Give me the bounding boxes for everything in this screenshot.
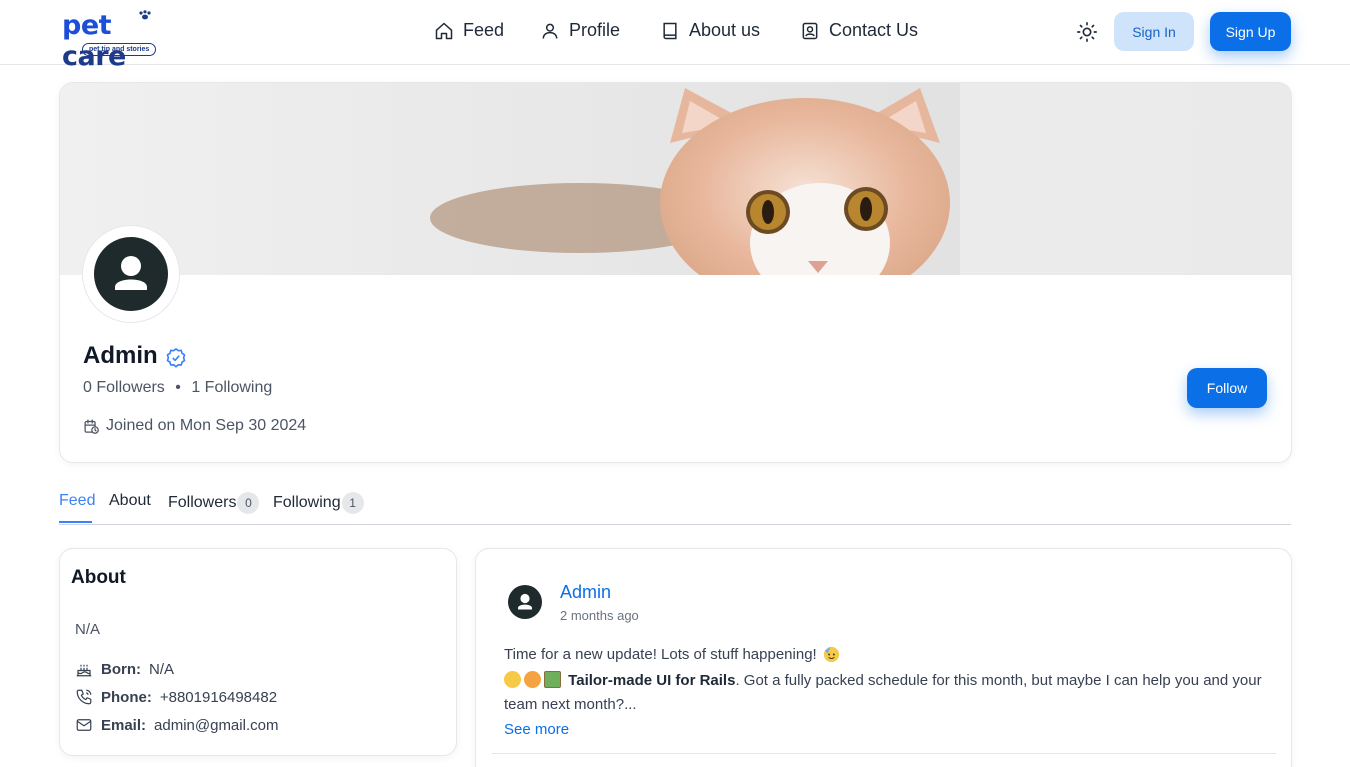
profile-avatar[interactable]: [83, 226, 179, 322]
top-navbar: pet care pet tip and stories Feed Profil…: [0, 0, 1350, 72]
tab-feed-label: Feed: [59, 492, 96, 509]
born-label: Born:: [101, 660, 141, 678]
post-text-body: Tailor-made UI for Rails. Got a fully pa…: [504, 669, 1264, 717]
post-divider: [492, 753, 1276, 754]
paw-icon: [139, 10, 151, 20]
nav-profile-label: Profile: [569, 20, 621, 40]
nav-feed-label: Feed: [463, 20, 505, 40]
framed-picture-emoji-icon: [544, 671, 561, 688]
tab-following[interactable]: Following 1: [273, 492, 364, 514]
tab-following-label: Following: [273, 494, 341, 511]
joined-date: Joined on Mon Sep 30 2024: [83, 417, 306, 435]
about-title: About: [71, 567, 126, 588]
nav-contact-us[interactable]: Contact Us: [800, 20, 918, 41]
book-icon: [663, 22, 677, 39]
default-user-icon: [115, 256, 147, 290]
tab-about-label: About: [109, 492, 151, 509]
email-value: admin@gmail.com: [154, 716, 279, 734]
followers-count-badge: 0: [237, 492, 260, 514]
about-bio: N/A: [75, 621, 101, 638]
post-highlight: Tailor-made UI for Rails: [568, 672, 736, 689]
phone-label: Phone:: [101, 688, 152, 706]
follow-stats: 0 Followers • 1 Following: [83, 379, 272, 397]
cat-cover-image: [60, 83, 1291, 275]
post-text-line1: Time for a new update! Lots of stuff hap…: [504, 645, 841, 664]
phone-icon: [76, 689, 92, 705]
cake-icon: [76, 664, 92, 677]
email-label: Email:: [101, 716, 147, 734]
tab-followers-label: Followers: [168, 494, 237, 511]
post-author-avatar[interactable]: [508, 585, 542, 619]
calendar-clock-icon: [84, 418, 99, 434]
sign-in-button[interactable]: Sign In: [1114, 12, 1194, 51]
following-count[interactable]: 1 Following: [191, 379, 272, 396]
profile-name: Admin: [83, 342, 158, 369]
nav-profile[interactable]: Profile: [540, 20, 620, 41]
nav-contact-us-label: Contact Us: [829, 20, 919, 40]
about-card: About N/A Born: N/A Phone: +880191649848…: [59, 548, 457, 756]
palette-emoji-icon: [524, 671, 541, 688]
pet-care-logo[interactable]: pet care pet tip and stories: [62, 10, 182, 72]
joined-text: Joined on Mon Sep 30 2024: [106, 417, 307, 434]
home-icon: [435, 22, 453, 39]
post-timestamp: 2 months ago: [560, 608, 639, 623]
following-count-badge: 1: [341, 492, 364, 514]
sign-up-button[interactable]: Sign Up: [1210, 12, 1291, 51]
follow-button[interactable]: Follow: [1187, 368, 1267, 408]
stats-separator: •: [175, 379, 181, 396]
post-card: Admin 2 months ago Time for a new update…: [475, 548, 1292, 767]
born-row: Born: N/A: [75, 660, 174, 678]
see-more-link[interactable]: See more: [504, 721, 569, 738]
post-author-name[interactable]: Admin: [560, 582, 611, 603]
default-user-icon: [518, 593, 532, 610]
active-tab-indicator: [59, 521, 92, 523]
profile-tabs: Feed About Followers 0 Following 1: [59, 485, 1291, 525]
nav-about-us-label: About us: [689, 20, 761, 40]
phone-row: Phone: +8801916498482: [75, 688, 277, 706]
logo-word-pet: pet: [62, 10, 112, 41]
tab-followers[interactable]: Followers 0: [168, 492, 260, 514]
cover-photo: [60, 83, 1291, 275]
profile-card: [59, 82, 1292, 463]
post-intro-text: Time for a new update! Lots of stuff hap…: [504, 646, 817, 663]
tab-feed[interactable]: Feed: [59, 492, 95, 510]
tab-about[interactable]: About: [109, 492, 151, 510]
phone-value: +8801916498482: [159, 688, 278, 706]
email-row: Email: admin@gmail.com: [75, 716, 278, 734]
partying-face-emoji-icon: [823, 646, 839, 663]
nav-about-us[interactable]: About us: [660, 20, 760, 41]
born-value: N/A: [149, 660, 175, 678]
sun-icon[interactable]: [1076, 21, 1098, 43]
verified-badge-icon: [166, 348, 186, 368]
followers-count[interactable]: 0 Followers: [83, 379, 165, 396]
nav-feed[interactable]: Feed: [434, 20, 504, 41]
user-icon: [542, 23, 558, 39]
mail-icon: [76, 719, 92, 731]
face-emoji-icon: [504, 671, 521, 688]
logo-tagline: pet tip and stories: [82, 43, 157, 56]
contact-icon: [802, 22, 818, 39]
